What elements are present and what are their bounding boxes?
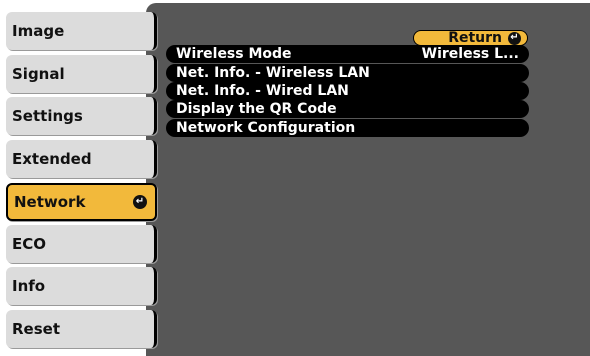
enter-icon: ↵ bbox=[133, 195, 147, 209]
tab-reset[interactable]: Reset bbox=[6, 310, 157, 348]
projector-menu: Image Signal Settings Extended Network ↵… bbox=[0, 0, 590, 356]
tab-network[interactable]: Network ↵ bbox=[6, 183, 157, 221]
menu-item-net-info-wired[interactable]: Net. Info. - Wired LAN bbox=[166, 82, 529, 100]
tab-info[interactable]: Info bbox=[6, 267, 157, 305]
return-label: Return bbox=[448, 30, 502, 46]
tab-eco[interactable]: ECO bbox=[6, 225, 157, 263]
tab-signal[interactable]: Signal bbox=[6, 55, 157, 93]
tab-label: Image bbox=[12, 22, 65, 40]
menu-item-label: Network Configuration bbox=[176, 120, 356, 136]
tab-extended[interactable]: Extended bbox=[6, 140, 157, 178]
menu-item-label: Wireless Mode bbox=[176, 46, 292, 62]
tab-settings[interactable]: Settings bbox=[6, 97, 157, 135]
tab-label: Signal bbox=[12, 65, 65, 83]
menu-tabs: Image Signal Settings Extended Network ↵… bbox=[0, 0, 160, 356]
menu-item-label: Net. Info. - Wireless LAN bbox=[176, 65, 370, 81]
enter-icon: ↵ bbox=[508, 31, 521, 45]
menu-item-label: Net. Info. - Wired LAN bbox=[176, 83, 349, 99]
tab-image[interactable]: Image bbox=[6, 12, 157, 50]
tab-label: Settings bbox=[12, 107, 83, 125]
tab-label: Network bbox=[14, 193, 86, 211]
menu-item-qr-code[interactable]: Display the QR Code bbox=[166, 100, 529, 118]
menu-item-label: Display the QR Code bbox=[176, 101, 337, 117]
menu-item-net-info-wireless[interactable]: Net. Info. - Wireless LAN bbox=[166, 64, 529, 82]
menu-item-value: Wireless L... bbox=[421, 46, 519, 62]
tab-label: Reset bbox=[12, 320, 60, 338]
tab-label: Info bbox=[12, 277, 46, 295]
menu-item-network-configuration[interactable]: Network Configuration bbox=[166, 119, 529, 137]
return-button[interactable]: Return ↵ bbox=[413, 30, 528, 46]
tab-label: ECO bbox=[12, 235, 47, 253]
menu-item-wireless-mode[interactable]: Wireless Mode Wireless L... bbox=[166, 45, 529, 63]
tab-label: Extended bbox=[12, 150, 92, 168]
